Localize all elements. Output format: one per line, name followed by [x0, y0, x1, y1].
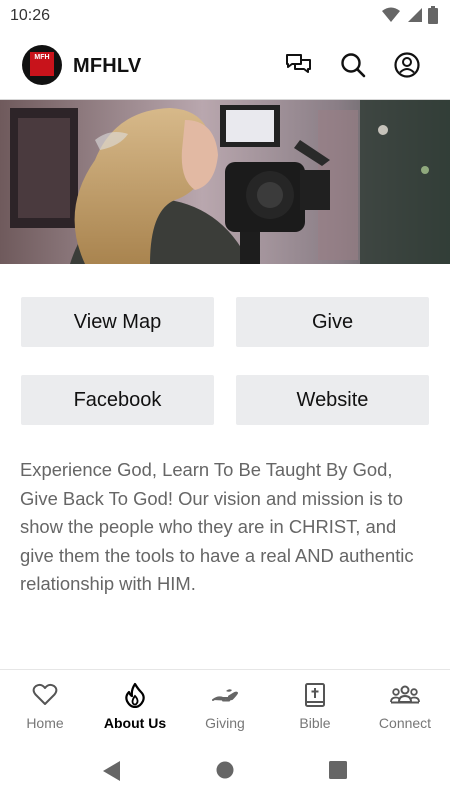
- giving-hand-icon: [212, 689, 238, 702]
- about-description: Experience God, Learn To Be Taught By Go…: [20, 459, 414, 594]
- status-time: 10:26: [10, 7, 51, 24]
- nav-about-us-label: About Us: [103, 715, 167, 731]
- heart-icon: [32, 683, 58, 705]
- people-icon: [390, 685, 420, 704]
- app-title: MFHLV: [73, 55, 142, 77]
- wifi-icon: [382, 7, 400, 22]
- nav-giving[interactable]: Giving: [180, 670, 270, 748]
- app-header: MFH MFHLV: [0, 32, 450, 100]
- account-icon[interactable]: [393, 51, 421, 79]
- system-nav-bar: [0, 748, 450, 800]
- battery-icon: [428, 6, 438, 24]
- nav-home-label: Home: [26, 715, 64, 731]
- nav-bible-label: Bible: [299, 715, 331, 731]
- bible-icon: [305, 683, 325, 707]
- nav-bible[interactable]: Bible: [270, 670, 360, 748]
- nav-connect-label: Connect: [378, 715, 432, 731]
- give-button[interactable]: Give: [236, 297, 429, 347]
- camera-operator-photo: [0, 100, 450, 264]
- nav-about-us[interactable]: About Us: [90, 670, 180, 748]
- status-bar: 10:26: [0, 0, 450, 32]
- recents-icon[interactable]: [329, 761, 347, 779]
- app-logo: MFH: [22, 45, 62, 85]
- nav-home[interactable]: Home: [0, 670, 90, 748]
- cell-signal-icon: [408, 8, 422, 22]
- flame-icon: [125, 682, 145, 708]
- nav-connect[interactable]: Connect: [360, 670, 450, 748]
- view-map-button[interactable]: View Map: [21, 297, 214, 347]
- status-icons: [382, 6, 438, 24]
- hero-image: [0, 100, 450, 264]
- facebook-button[interactable]: Facebook: [21, 375, 214, 425]
- website-button[interactable]: Website: [236, 375, 429, 425]
- home-circle-icon[interactable]: [216, 761, 234, 779]
- chat-icon[interactable]: [284, 51, 312, 79]
- bottom-nav: Home About Us Giving Bible Connect: [0, 669, 450, 748]
- search-icon[interactable]: [339, 51, 367, 79]
- nav-giving-label: Giving: [205, 715, 245, 731]
- logo-mark: MFH: [30, 52, 54, 76]
- back-icon[interactable]: [101, 760, 121, 782]
